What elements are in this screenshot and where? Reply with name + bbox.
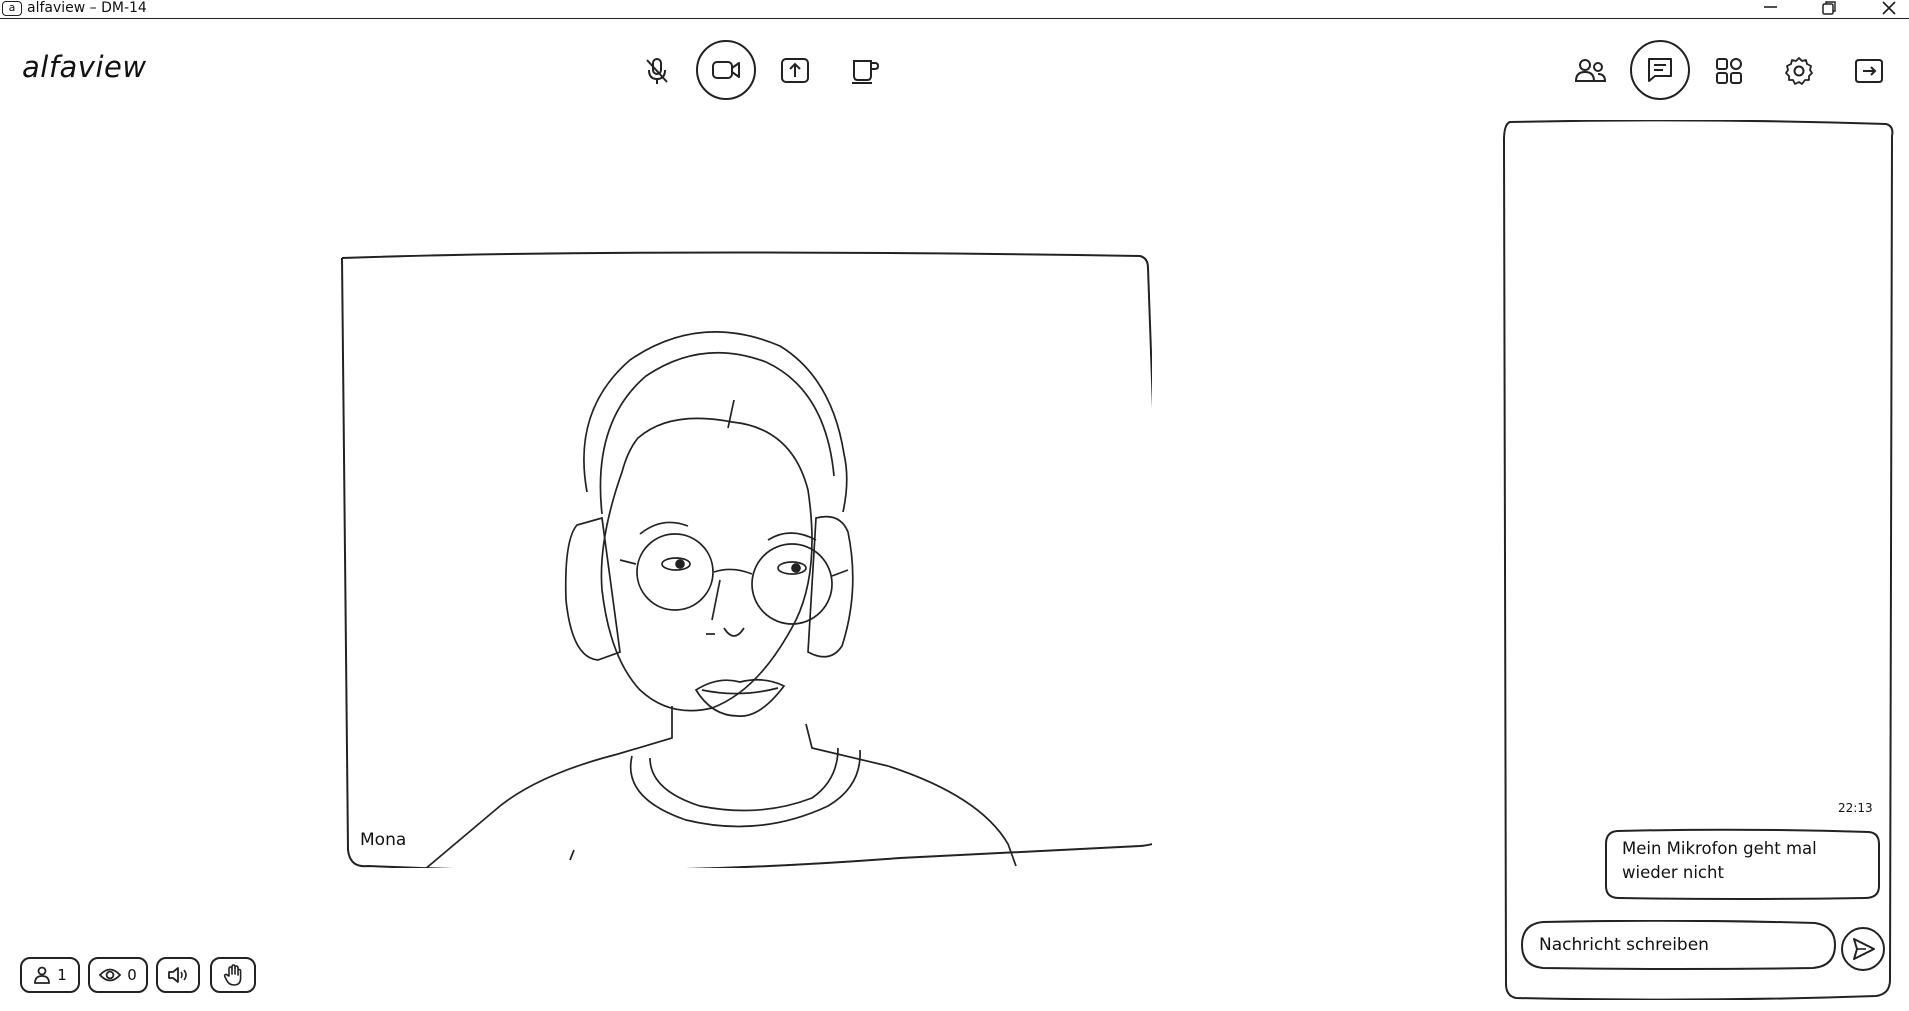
viewers-count: 0 — [127, 966, 137, 984]
raise-hand-button[interactable] — [210, 957, 256, 993]
video-tile[interactable] — [340, 250, 1152, 868]
share-screen-icon — [779, 56, 811, 86]
participant-name-label: Mona — [360, 830, 407, 850]
microphone-muted-icon — [642, 55, 672, 87]
participants-count-pill[interactable]: 1 — [20, 957, 80, 993]
gear-icon — [1783, 55, 1815, 87]
person-icon — [33, 966, 51, 984]
camera-toggle-button[interactable] — [696, 40, 756, 100]
audio-output-button[interactable] — [156, 957, 200, 993]
apps-grid-icon — [1714, 56, 1744, 86]
video-camera-icon — [710, 58, 742, 82]
leave-room-button[interactable] — [1844, 46, 1894, 96]
coffee-cup-icon — [849, 56, 881, 86]
settings-button[interactable] — [1774, 46, 1824, 96]
window-title: alfaview – DM-14 — [27, 0, 147, 16]
share-screen-button[interactable] — [770, 46, 820, 96]
exit-icon — [1853, 56, 1885, 86]
chat-message-input[interactable] — [1521, 920, 1837, 970]
send-message-button[interactable] — [1840, 926, 1886, 972]
eye-icon — [99, 967, 122, 983]
app-logo-icon: a — [2, 1, 22, 16]
chat-message-text: Mein Mikrofon geht mal wieder nicht — [1622, 839, 1817, 882]
brand-logo: alfaview — [22, 50, 147, 84]
chat-icon — [1645, 55, 1675, 85]
microphone-toggle-button[interactable] — [632, 46, 682, 96]
apps-button[interactable] — [1704, 46, 1754, 96]
minimize-button[interactable] — [1756, 0, 1784, 18]
speaker-volume-icon — [167, 966, 189, 984]
hand-icon — [223, 964, 243, 986]
participants-icon — [1573, 57, 1607, 85]
window-title-bar — [0, 0, 1909, 19]
close-window-button[interactable] — [1875, 0, 1903, 18]
participants-button[interactable] — [1565, 46, 1615, 96]
send-icon — [1853, 938, 1875, 960]
break-button[interactable] — [840, 46, 890, 96]
participant-portrait — [425, 331, 1017, 868]
viewers-count-pill[interactable]: 0 — [88, 957, 148, 993]
chat-toggle-button[interactable] — [1630, 40, 1690, 100]
restore-button[interactable] — [1815, 0, 1843, 18]
message-timestamp: 22:13 — [1838, 801, 1873, 815]
participants-count: 1 — [57, 966, 67, 984]
